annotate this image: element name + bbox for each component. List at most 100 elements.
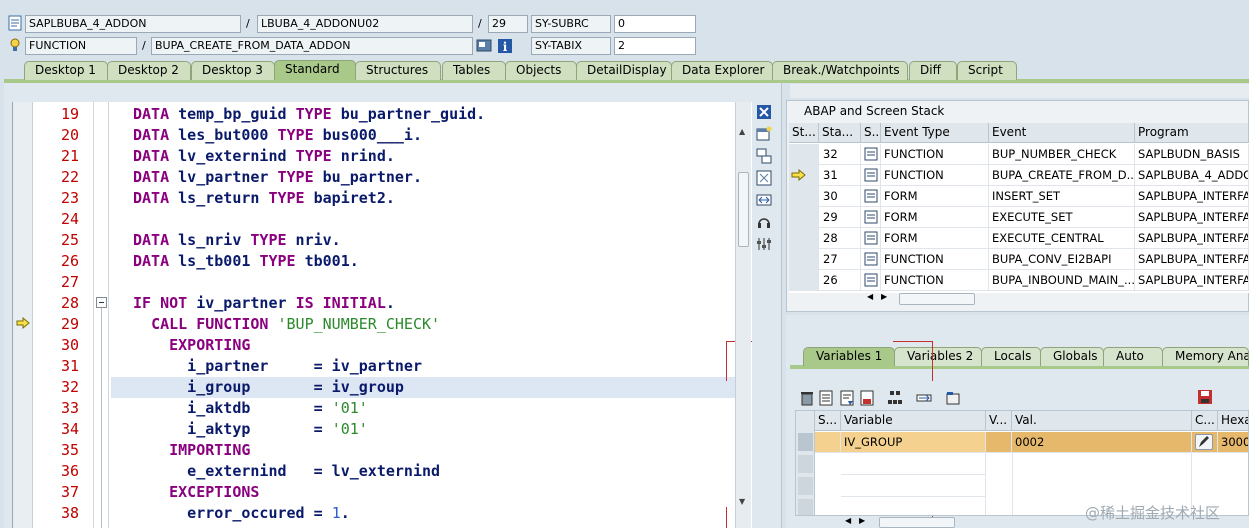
event-name-field[interactable]: BUPA_CREATE_FROM_DATA_ADDON	[151, 37, 473, 55]
var-hex-cell[interactable]: 30003	[1218, 432, 1248, 453]
stack-cell-level[interactable]: 30	[819, 186, 861, 207]
tab-variables-2[interactable]: Variables 2	[894, 347, 982, 366]
code-line[interactable]: DATA temp_bp_guid TYPE bu_partner_guid.	[133, 104, 485, 125]
tab-desktop-3[interactable]: Desktop 3	[191, 61, 275, 80]
row-selector[interactable]	[798, 455, 813, 473]
var-col-header-c[interactable]: C...	[1192, 411, 1218, 431]
code-line[interactable]: DATA lv_externind TYPE nrind.	[133, 146, 395, 167]
stack-cell-event[interactable]: BUP_NUMBER_CHECK	[989, 144, 1135, 165]
var-col-header-val[interactable]: Val.	[1012, 411, 1192, 431]
code-line[interactable]: DATA ls_nriv TYPE nriv.	[133, 230, 341, 251]
export-icon[interactable]	[859, 390, 875, 406]
sysfield-label-1[interactable]: SY-SUBRC	[531, 15, 611, 33]
code-line[interactable]: EXCEPTIONS	[133, 482, 259, 503]
code-line[interactable]: e_externind = lv_externind	[133, 461, 440, 482]
program-field[interactable]: SAPLBUBA_4_ADDON	[25, 15, 241, 33]
save-icon[interactable]	[1197, 389, 1213, 405]
tab-desktop-1[interactable]: Desktop 1	[24, 61, 108, 80]
row-selector[interactable]	[798, 499, 813, 515]
var-name-cell[interactable]: IV_GROUP	[841, 432, 986, 453]
tab-auto[interactable]: Auto	[1103, 347, 1163, 366]
stack-cell-program[interactable]: SAPLBUBA_4_ADDON	[1135, 165, 1249, 186]
stack-cell-level[interactable]: 32	[819, 144, 861, 165]
settings-icon[interactable]	[756, 236, 772, 255]
code-line[interactable]: error_occured = 1.	[133, 503, 350, 524]
var-col-header-v[interactable]: V...	[986, 411, 1012, 431]
stack-row[interactable]: 29 FORM EXECUTE_SETSAPLBUPA_INTERFACE	[789, 207, 1249, 228]
tab-tables[interactable]: Tables	[442, 61, 506, 80]
tab-objects[interactable]: Objects	[505, 61, 577, 80]
code-line[interactable]: DATA lv_partner TYPE bu_partner.	[133, 167, 422, 188]
stack-cell-program[interactable]: SAPLBUPA_INTERFACE	[1135, 228, 1249, 249]
code-line[interactable]: i_aktdb = '01'	[133, 398, 368, 419]
var-col-header-variable[interactable]: Variable	[841, 411, 986, 431]
display-icon[interactable]	[476, 38, 492, 54]
tab-data-explorer[interactable]: Data Explorer	[671, 61, 773, 80]
stack-cell-program[interactable]: SAPLBUPA_INTERFACE	[1135, 186, 1249, 207]
stack-cell-event[interactable]: EXECUTE_CENTRAL	[989, 228, 1135, 249]
stack-cell-event[interactable]: BUPA_CREATE_FROM_D...	[989, 165, 1135, 186]
code-line[interactable]: i_group = iv_group	[133, 377, 404, 398]
scroll-down-icon[interactable]: ▼	[739, 497, 745, 506]
stack-cell-level[interactable]: 29	[819, 207, 861, 228]
transfer-icon[interactable]	[916, 390, 932, 406]
stack-cell-program[interactable]: SAPLBUPA_INTERFACE	[1135, 249, 1249, 270]
tab-desktop-2[interactable]: Desktop 2	[107, 61, 191, 80]
col-header-st[interactable]: St...	[789, 123, 819, 143]
stack-hscroll[interactable]: ◀ ▶	[865, 292, 977, 306]
stack-cell-level[interactable]: 26	[819, 270, 861, 291]
code-line[interactable]: DATA les_but000 TYPE bus000___i.	[133, 125, 422, 146]
scroll-up-icon[interactable]: ▲	[739, 127, 745, 136]
tab-diff[interactable]: Diff	[909, 61, 957, 80]
code-line[interactable]: DATA ls_tb001 TYPE tb001.	[133, 251, 359, 272]
hierarchy-icon[interactable]	[887, 390, 903, 406]
row-selector[interactable]	[798, 477, 813, 495]
col-header-s[interactable]: S...	[861, 123, 881, 143]
scroll-thumb[interactable]	[738, 172, 749, 247]
source-code-editor[interactable]: 19 DATA temp_bp_guid TYPE bu_partner_guid…	[12, 102, 752, 528]
stack-row[interactable]: 30 FORM INSERT_SETSAPLBUPA_INTERFACE	[789, 186, 1249, 207]
tab-standard[interactable]: Standard	[274, 60, 356, 80]
tab-locals[interactable]: Locals	[981, 347, 1041, 366]
line-field[interactable]: 29	[488, 15, 528, 33]
stack-row[interactable]: 28 FORM EXECUTE_CENTRALSAPLBUPA_INTERFACE	[789, 228, 1249, 249]
code-line[interactable]: IF NOT iv_partner IS INITIAL.	[133, 293, 395, 314]
var-change-cell[interactable]	[1192, 432, 1218, 453]
code-line[interactable]: i_aktyp = '01'	[133, 419, 368, 440]
sysfield-value-1[interactable]: 0	[614, 15, 696, 33]
col-header-event-type[interactable]: Event Type	[881, 123, 989, 143]
code-line[interactable]: i_partner = iv_partner	[133, 356, 422, 377]
stack-cell-event[interactable]: BUPA_CONV_EI2BAPI	[989, 249, 1135, 270]
stack-cell-event[interactable]: INSERT_SET	[989, 186, 1135, 207]
tab-variables-1[interactable]: Variables 1	[803, 347, 895, 366]
row-selector[interactable]	[798, 433, 813, 451]
tab-detaildisplay[interactable]: DetailDisplay	[576, 61, 672, 80]
code-line[interactable]: DATA ls_return TYPE bapiret2.	[133, 188, 395, 209]
folder-icon[interactable]	[945, 390, 961, 406]
breakpoint-gutter[interactable]	[13, 102, 33, 528]
stack-row[interactable]: 27 FUNCTION BUPA_CONV_EI2BAPI SAPLBUPA_INTE…	[789, 249, 1249, 270]
stack-cell-program[interactable]: SAPLBUDN_BASIS	[1135, 144, 1249, 165]
sysfield-value-2[interactable]: 2	[614, 37, 696, 55]
stack-cell-level[interactable]: 27	[819, 249, 861, 270]
event-type-field[interactable]: FUNCTION	[25, 37, 137, 55]
fold-toggle[interactable]	[96, 297, 107, 308]
stack-cell-level[interactable]: 28	[819, 228, 861, 249]
maximize-icon[interactable]	[756, 170, 772, 189]
sysfield-label-2[interactable]: SY-TABIX	[531, 37, 611, 55]
list-icon[interactable]	[818, 390, 834, 406]
stack-cell-event[interactable]: BUPA_INBOUND_MAIN_...	[989, 270, 1135, 291]
split-icon[interactable]	[756, 148, 772, 167]
stack-row[interactable]: 32 FUNCTION BUP_NUMBER_CHECK SAPLBUDN_BASIS	[789, 144, 1249, 165]
new-window-icon[interactable]	[756, 126, 772, 145]
info-icon[interactable]: i	[497, 38, 513, 54]
stack-cell-level[interactable]: 31	[819, 165, 861, 186]
var-col-header-hex[interactable]: Hexadecimal	[1218, 411, 1248, 431]
headset-icon[interactable]	[756, 214, 772, 233]
tab-breakpoints[interactable]: Break./Watchpoints	[772, 61, 908, 80]
tab-memory-analysis[interactable]: Memory Analysis	[1162, 347, 1249, 366]
tab-script[interactable]: Script	[957, 61, 1017, 80]
pencil-icon[interactable]	[1195, 434, 1213, 450]
var-col-header-s[interactable]: S...	[815, 411, 841, 431]
swap-icon[interactable]	[756, 192, 772, 211]
